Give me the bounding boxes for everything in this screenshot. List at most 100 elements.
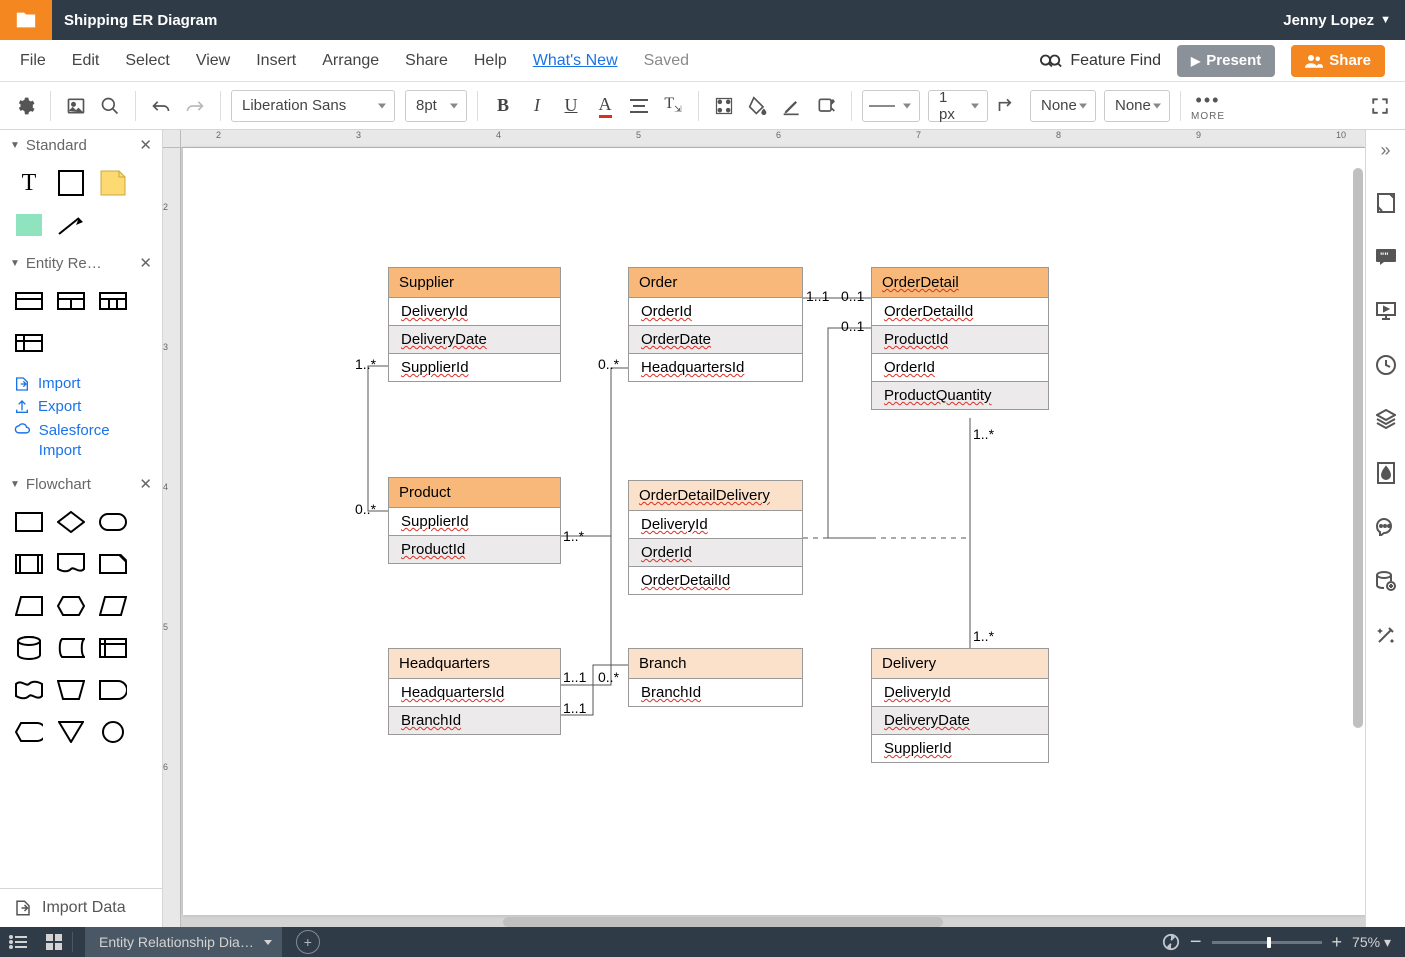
- fontsize-select[interactable]: 8pt: [405, 90, 467, 122]
- arrow-start-select[interactable]: None: [1030, 90, 1096, 122]
- fill-icon[interactable]: [709, 91, 739, 121]
- add-page-button[interactable]: +: [296, 930, 320, 954]
- import-data-button[interactable]: Import Data: [0, 888, 162, 927]
- grid-icon[interactable]: [36, 927, 72, 957]
- slideshow-icon[interactable]: [1374, 299, 1398, 323]
- fc-stored[interactable]: [56, 633, 86, 663]
- close-icon[interactable]: ✕: [139, 254, 152, 272]
- entity-order[interactable]: Order OrderId OrderDate HeadquartersId: [628, 267, 803, 382]
- pen-icon[interactable]: [777, 91, 807, 121]
- sync-icon[interactable]: [1162, 933, 1180, 951]
- document-title[interactable]: Shipping ER Diagram: [52, 12, 217, 29]
- entity-supplier[interactable]: Supplier DeliveryId DeliveryDate Supplie…: [388, 267, 561, 382]
- menu-arrange[interactable]: Arrange: [322, 52, 379, 70]
- list-icon[interactable]: [0, 927, 36, 957]
- image-icon[interactable]: [61, 91, 91, 121]
- text-color-icon[interactable]: A: [590, 91, 620, 121]
- search-icon[interactable]: [95, 91, 125, 121]
- note-shape[interactable]: [98, 168, 128, 198]
- feature-find[interactable]: Feature Find: [1040, 52, 1161, 70]
- entity-order-detail-delivery[interactable]: OrderDetailDelivery DeliveryId OrderId O…: [628, 480, 803, 595]
- fc-document[interactable]: [56, 549, 86, 579]
- menu-select[interactable]: Select: [125, 52, 169, 70]
- font-select[interactable]: Liberation Sans: [231, 90, 395, 122]
- comment-icon[interactable]: "": [1374, 245, 1398, 269]
- chat-icon[interactable]: [1374, 515, 1398, 539]
- green-rect-shape[interactable]: [14, 210, 44, 240]
- entity-branch[interactable]: Branch BranchId: [628, 648, 803, 707]
- menu-view[interactable]: View: [196, 52, 230, 70]
- menu-edit[interactable]: Edit: [72, 52, 100, 70]
- section-standard[interactable]: ▼ Standard ✕: [0, 130, 162, 160]
- fc-card[interactable]: [98, 549, 128, 579]
- align-icon[interactable]: [624, 91, 654, 121]
- italic-icon[interactable]: I: [522, 91, 552, 121]
- text-shape[interactable]: T: [14, 168, 44, 198]
- fc-cylinder[interactable]: [14, 633, 44, 663]
- fc-display[interactable]: [14, 717, 44, 747]
- menu-share[interactable]: Share: [405, 52, 448, 70]
- layers-icon[interactable]: [1374, 407, 1398, 431]
- fc-internal[interactable]: [98, 633, 128, 663]
- fc-rect[interactable]: [14, 507, 44, 537]
- canvas-scrollbar-v[interactable]: [1353, 168, 1363, 728]
- undo-icon[interactable]: [146, 91, 176, 121]
- entity-delivery[interactable]: Delivery DeliveryId DeliveryDate Supplie…: [871, 648, 1049, 763]
- more-button[interactable]: ••• MORE: [1191, 90, 1225, 122]
- zoom-slider[interactable]: [1212, 941, 1322, 944]
- share-button[interactable]: Share: [1291, 45, 1385, 77]
- entity-shape-2[interactable]: [56, 286, 86, 316]
- section-entity[interactable]: ▼ Entity Re… ✕: [0, 248, 162, 278]
- salesforce-import-link[interactable]: Salesforce Import: [14, 418, 148, 463]
- fc-terminal[interactable]: [98, 507, 128, 537]
- close-icon[interactable]: ✕: [139, 136, 152, 154]
- page-icon[interactable]: [1374, 191, 1398, 215]
- fc-manualop[interactable]: [56, 675, 86, 705]
- present-button[interactable]: ▶ Present: [1177, 45, 1275, 77]
- section-flowchart[interactable]: ▼ Flowchart ✕: [0, 469, 162, 499]
- page-tab[interactable]: Entity Relationship Dia…: [85, 927, 282, 957]
- import-link[interactable]: Import: [14, 372, 148, 395]
- fc-predefined[interactable]: [14, 549, 44, 579]
- app-logo[interactable]: [0, 0, 52, 40]
- zoom-out-button[interactable]: −: [1190, 931, 1202, 954]
- fc-connector[interactable]: [98, 717, 128, 747]
- magic-icon[interactable]: [1374, 623, 1398, 647]
- fc-diamond[interactable]: [56, 507, 86, 537]
- export-link[interactable]: Export: [14, 395, 148, 418]
- bucket-icon[interactable]: [743, 91, 773, 121]
- entity-shape-4[interactable]: [14, 328, 44, 358]
- zoom-level[interactable]: 75% ▾: [1352, 934, 1391, 951]
- entity-shape-3[interactable]: [98, 286, 128, 316]
- canvas[interactable]: Supplier DeliveryId DeliveryDate Supplie…: [183, 148, 1365, 915]
- zoom-in-button[interactable]: +: [1332, 932, 1343, 953]
- history-icon[interactable]: [1374, 353, 1398, 377]
- fc-hexagon[interactable]: [56, 591, 86, 621]
- arrow-shape[interactable]: [56, 210, 86, 240]
- user-menu[interactable]: Jenny Lopez ▼: [1283, 12, 1405, 29]
- menu-help[interactable]: Help: [474, 52, 507, 70]
- fc-delay[interactable]: [98, 675, 128, 705]
- fc-tape[interactable]: [14, 675, 44, 705]
- line-style-select[interactable]: [862, 90, 920, 122]
- entity-order-detail[interactable]: OrderDetail OrderDetailId ProductId Orde…: [871, 267, 1049, 410]
- arrow-end-select[interactable]: None: [1104, 90, 1170, 122]
- entity-shape-1[interactable]: [14, 286, 44, 316]
- line-width-select[interactable]: 1 px: [928, 90, 988, 122]
- collapse-icon[interactable]: »: [1380, 140, 1390, 161]
- fc-parallelogram[interactable]: [98, 591, 128, 621]
- canvas-scrollbar-h[interactable]: [503, 917, 943, 927]
- redo-icon[interactable]: [180, 91, 210, 121]
- eyedropper-icon[interactable]: [811, 91, 841, 121]
- fc-merge[interactable]: [56, 717, 86, 747]
- menu-file[interactable]: File: [20, 52, 46, 70]
- text-style-icon[interactable]: T⇲: [658, 91, 688, 121]
- fullscreen-icon[interactable]: [1365, 91, 1395, 121]
- fc-trapezoid[interactable]: [14, 591, 44, 621]
- close-icon[interactable]: ✕: [139, 475, 152, 493]
- rect-shape[interactable]: [56, 168, 86, 198]
- entity-headquarters[interactable]: Headquarters HeadquartersId BranchId: [388, 648, 561, 735]
- whats-new-link[interactable]: What's New: [533, 52, 618, 70]
- theme-icon[interactable]: [1374, 461, 1398, 485]
- underline-icon[interactable]: U: [556, 91, 586, 121]
